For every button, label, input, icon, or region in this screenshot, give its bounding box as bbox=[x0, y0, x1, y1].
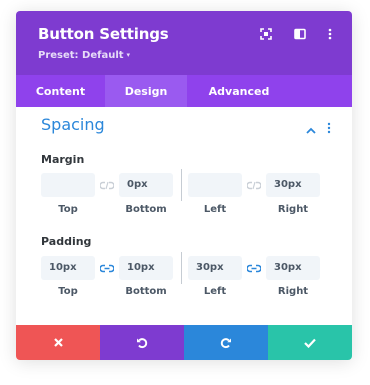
section-title: Spacing bbox=[41, 115, 105, 134]
padding-right-caption: Right bbox=[277, 286, 309, 297]
modal-footer bbox=[16, 325, 352, 360]
margin-right-caption: Right bbox=[277, 204, 309, 215]
redo-icon bbox=[220, 337, 231, 348]
divider bbox=[181, 252, 182, 284]
expand-icon[interactable] bbox=[258, 26, 274, 42]
padding-bottom-caption: Bottom bbox=[125, 286, 167, 297]
spacing-section-header[interactable]: Spacing bbox=[16, 107, 352, 145]
link-icon[interactable] bbox=[246, 262, 262, 274]
margin-left-input[interactable] bbox=[188, 173, 242, 197]
settings-tabs: Content Design Advanced bbox=[16, 75, 352, 107]
margin-right-input[interactable]: 30px bbox=[266, 173, 320, 197]
modal-header: Button Settings Preset: Default ▾ bbox=[16, 11, 352, 75]
link-off-icon[interactable] bbox=[246, 179, 262, 191]
undo-button[interactable] bbox=[100, 325, 184, 360]
margin-left-caption: Left bbox=[203, 204, 227, 215]
split-view-icon[interactable] bbox=[292, 26, 308, 42]
padding-right-input[interactable]: 30px bbox=[266, 256, 320, 280]
settings-modal: Button Settings Preset: Default ▾ Conten… bbox=[16, 11, 352, 360]
close-icon bbox=[53, 338, 63, 347]
section-more-icon[interactable] bbox=[327, 119, 331, 138]
undo-icon bbox=[137, 337, 148, 348]
cancel-button[interactable] bbox=[16, 325, 100, 360]
margin-label: Margin bbox=[41, 153, 85, 166]
padding-left-input[interactable]: 30px bbox=[188, 256, 242, 280]
margin-bottom-caption: Bottom bbox=[125, 204, 167, 215]
tab-advanced[interactable]: Advanced bbox=[187, 75, 291, 107]
tab-content[interactable]: Content bbox=[16, 75, 105, 107]
margin-bottom-input[interactable]: 0px bbox=[119, 173, 173, 197]
more-vertical-icon[interactable] bbox=[322, 26, 338, 42]
chevron-up-icon[interactable] bbox=[306, 119, 316, 138]
link-off-icon[interactable] bbox=[99, 179, 115, 191]
padding-left-caption: Left bbox=[203, 286, 227, 297]
padding-top-input[interactable]: 10px bbox=[41, 256, 95, 280]
check-icon bbox=[304, 338, 316, 348]
link-icon[interactable] bbox=[99, 262, 115, 274]
modal-title: Button Settings bbox=[38, 25, 169, 43]
tab-design[interactable]: Design bbox=[105, 75, 187, 107]
padding-label: Padding bbox=[41, 235, 92, 248]
redo-button[interactable] bbox=[184, 325, 268, 360]
save-button[interactable] bbox=[268, 325, 352, 360]
caret-down-icon: ▾ bbox=[126, 51, 131, 59]
padding-bottom-input[interactable]: 10px bbox=[119, 256, 173, 280]
divider bbox=[181, 169, 182, 201]
padding-top-caption: Top bbox=[58, 286, 78, 297]
preset-label: Preset: Default bbox=[38, 50, 124, 61]
preset-selector[interactable]: Preset: Default ▾ bbox=[38, 50, 130, 61]
margin-top-caption: Top bbox=[58, 204, 78, 215]
margin-top-input[interactable] bbox=[41, 173, 95, 197]
